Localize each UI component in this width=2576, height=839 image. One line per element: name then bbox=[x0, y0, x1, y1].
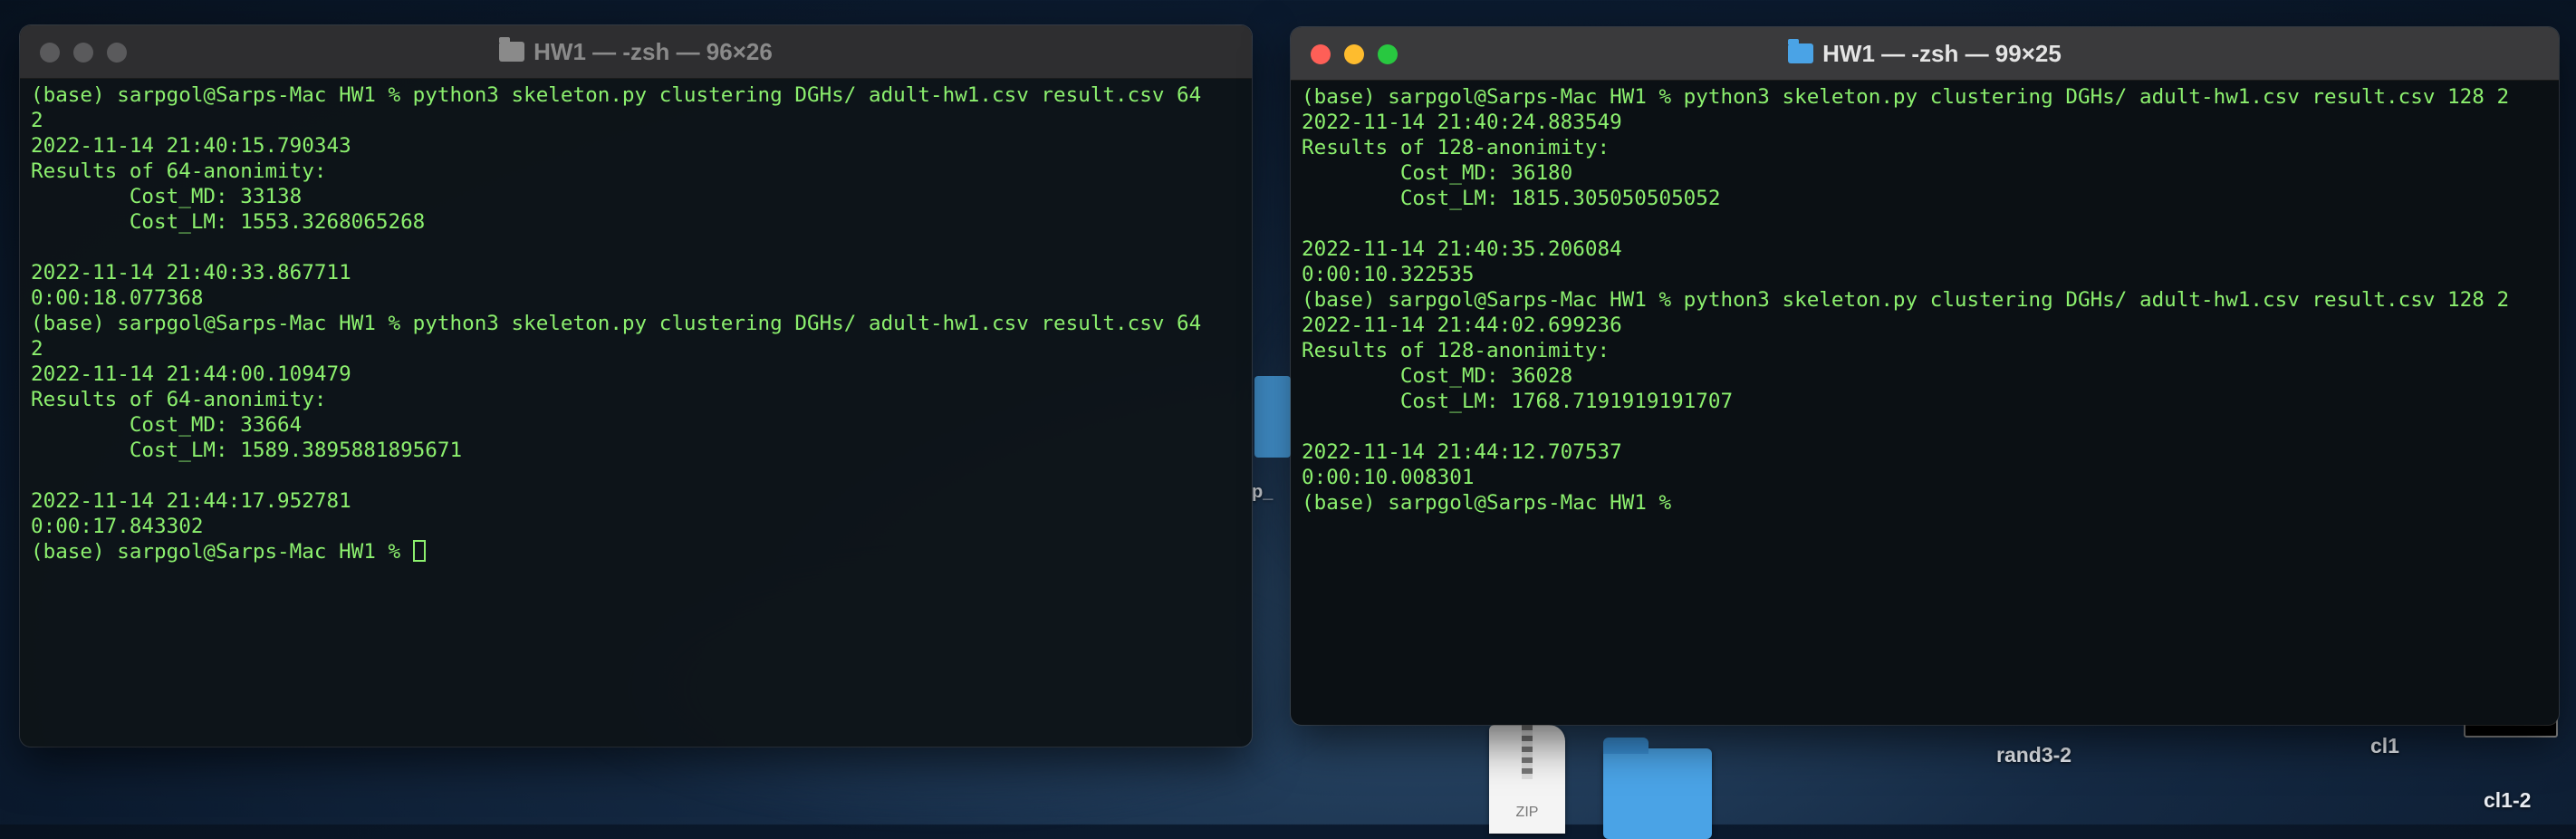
terminal-line: 2022-11-14 21:40:35.206084 bbox=[1302, 237, 1622, 261]
title-bar[interactable]: HW1 — -zsh — 99×25 bbox=[1291, 27, 2559, 81]
terminal-line: (base) sarpgol@Sarps-Mac HW1 % python3 s… bbox=[31, 83, 1202, 107]
terminal-output[interactable]: (base) sarpgol@Sarps-Mac HW1 % python3 s… bbox=[1291, 81, 2559, 516]
terminal-line: 2022-11-14 21:44:00.109479 bbox=[31, 362, 351, 386]
terminal-line: Cost_MD: 36028 bbox=[1302, 364, 1573, 388]
terminal-line: Cost_LM: 1553.3268065268 bbox=[31, 210, 426, 234]
terminal-line: Cost_LM: 1768.7191919191707 bbox=[1302, 390, 1734, 413]
terminal-line: 2022-11-14 21:44:17.952781 bbox=[31, 489, 351, 513]
terminal-line: 2022-11-14 21:44:12.707537 bbox=[1302, 440, 1622, 464]
shell-prompt: (base) sarpgol@Sarps-Mac HW1 % bbox=[1302, 491, 1672, 515]
shell-prompt: (base) sarpgol@Sarps-Mac HW1 % bbox=[31, 540, 413, 564]
terminal-line: (base) sarpgol@Sarps-Mac HW1 % python3 s… bbox=[1302, 288, 2510, 312]
terminal-line: Cost_LM: 1589.3895881895671 bbox=[31, 439, 463, 462]
terminal-line: Results of 64-anonimity: bbox=[31, 388, 327, 411]
terminal-line: 0:00:10.322535 bbox=[1302, 263, 1475, 286]
terminal-line: Results of 64-anonimity: bbox=[31, 159, 327, 183]
window-title-text: HW1 — -zsh — 99×25 bbox=[1822, 39, 2062, 67]
terminal-output[interactable]: (base) sarpgol@Sarps-Mac HW1 % python3 s… bbox=[20, 79, 1252, 564]
zip-file-icon[interactable]: ZIP bbox=[1489, 725, 1565, 834]
terminal-line: 2022-11-14 21:40:15.790343 bbox=[31, 134, 351, 158]
terminal-line: Results of 128-anonimity: bbox=[1302, 136, 1610, 159]
terminal-line: 2022-11-14 21:40:33.867711 bbox=[31, 261, 351, 284]
terminal-line: 2 bbox=[31, 109, 43, 132]
zip-file-type: ZIP bbox=[1515, 805, 1539, 820]
desktop-folder-icon[interactable] bbox=[1254, 376, 1291, 458]
terminal-line: Cost_MD: 33664 bbox=[31, 413, 303, 437]
terminal-line: (base) sarpgol@Sarps-Mac HW1 % python3 s… bbox=[31, 312, 1202, 335]
terminal-line: 0:00:17.843302 bbox=[31, 515, 204, 538]
folder-icon bbox=[499, 37, 525, 62]
text-cursor bbox=[412, 540, 426, 562]
title-bar[interactable]: HW1 — -zsh — 96×26 bbox=[20, 25, 1252, 79]
terminal-line: Cost_LM: 1815.305050505052 bbox=[1302, 187, 1721, 210]
window-title-text: HW1 — -zsh — 96×26 bbox=[533, 37, 773, 65]
terminal-line: 2022-11-14 21:40:24.883549 bbox=[1302, 111, 1622, 134]
terminal-line: 0:00:18.077368 bbox=[31, 286, 204, 310]
terminal-line: Cost_MD: 33138 bbox=[31, 185, 303, 208]
window-title: HW1 — -zsh — 96×26 bbox=[20, 25, 1252, 78]
folder-icon bbox=[1788, 39, 1814, 63]
desktop-item-label[interactable]: cl1-2 bbox=[2484, 788, 2531, 813]
desktop-item-label[interactable]: rand3-2 bbox=[1996, 743, 2071, 767]
terminal-line: Results of 128-anonimity: bbox=[1302, 339, 1610, 362]
terminal-prompt-line[interactable]: (base) sarpgol@Sarps-Mac HW1 % bbox=[31, 539, 1252, 564]
terminal-prompt-line[interactable]: (base) sarpgol@Sarps-Mac HW1 % bbox=[1302, 490, 2559, 516]
desktop-item-label: p_ bbox=[1252, 482, 1274, 502]
terminal-window-left[interactable]: HW1 — -zsh — 96×26 (base) sarpgol@Sarps-… bbox=[20, 25, 1252, 747]
window-title: HW1 — -zsh — 99×25 bbox=[1291, 27, 2559, 80]
desktop-item-label[interactable]: cl1 bbox=[2370, 734, 2399, 758]
terminal-line: 0:00:10.008301 bbox=[1302, 466, 1475, 489]
terminal-window-right[interactable]: HW1 — -zsh — 99×25 (base) sarpgol@Sarps-… bbox=[1291, 27, 2559, 725]
desktop-folder-icon[interactable] bbox=[1603, 738, 1712, 839]
terminal-line: (base) sarpgol@Sarps-Mac HW1 % python3 s… bbox=[1302, 85, 2510, 109]
zipper-icon bbox=[1522, 725, 1533, 779]
terminal-line: Cost_MD: 36180 bbox=[1302, 161, 1573, 185]
terminal-line: 2 bbox=[31, 337, 43, 361]
terminal-line: 2022-11-14 21:44:02.699236 bbox=[1302, 313, 1622, 337]
